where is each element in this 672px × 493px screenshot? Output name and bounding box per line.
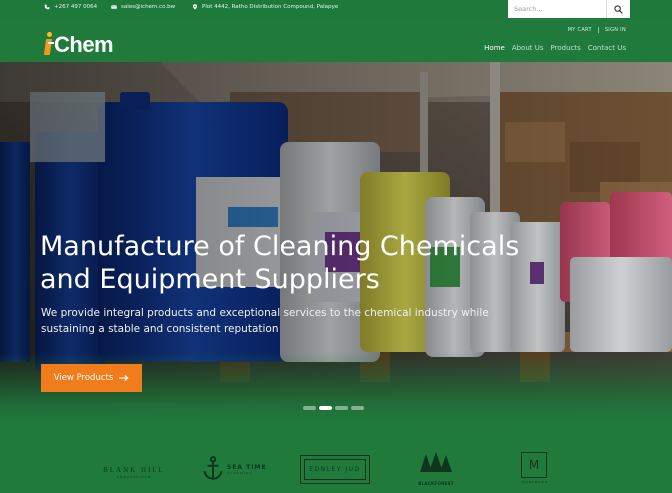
hero-slider: Manufacture of Cleaning Chemicals and Eq…	[0, 62, 672, 422]
ichem-logo[interactable]: Chem	[43, 28, 114, 57]
nav-contact-us[interactable]: Contact Us	[588, 44, 626, 52]
phone-info[interactable]: +267 497 0064	[44, 4, 97, 10]
account-divider	[597, 27, 599, 33]
my-cart-link[interactable]: MY CART	[568, 27, 592, 33]
brand-ednley-jud-logo: EDNLEY JUD	[300, 455, 370, 484]
search-input[interactable]	[508, 1, 604, 17]
logo-i-mark	[43, 32, 54, 56]
phone-text: +267 497 0064	[54, 4, 98, 10]
email-info[interactable]: sales@ichem.co.bw	[111, 4, 175, 10]
search-icon	[614, 4, 623, 14]
slider-pagination	[303, 406, 364, 410]
view-products-label: View Products	[53, 373, 114, 383]
sign-in-link[interactable]: SIGN IN	[605, 27, 626, 33]
nav-products[interactable]: Products	[551, 44, 581, 52]
brand-blackforest-logo: BLACKFOREST	[412, 452, 460, 486]
slide-dot-1[interactable]	[303, 406, 316, 410]
brand-northern-logo: M NORTHERN	[521, 452, 549, 484]
logo-text: Chem	[54, 32, 114, 57]
slide-dot-4[interactable]	[351, 406, 364, 410]
slide-dot-2[interactable]	[319, 406, 332, 410]
nav-about-us[interactable]: About Us	[512, 44, 544, 52]
anchor-icon	[203, 456, 223, 480]
address-info: Plot 4442, Ratho Distribution Compound, …	[192, 4, 338, 10]
hero-subtitle: We provide integral products and excepti…	[41, 307, 489, 335]
account-links: MY CART SIGN IN	[568, 27, 626, 33]
address-text: Plot 4442, Ratho Distribution Compound, …	[202, 4, 339, 10]
nav-home[interactable]: Home	[484, 44, 505, 52]
pine-trees-icon	[420, 452, 452, 472]
arrow-right-icon	[119, 375, 129, 381]
brand-blank-hill-logo: BLANK HILL ABBOTSFIELD	[103, 466, 165, 479]
map-pin-icon	[192, 4, 198, 10]
search-button[interactable]	[606, 0, 630, 18]
search-box	[508, 0, 630, 18]
top-bar: +267 497 0064 sales@ichem.co.bw Plot 444…	[0, 0, 672, 18]
slide-dot-3[interactable]	[335, 406, 348, 410]
brand-logos-strip: BLANK HILL ABBOTSFIELD SEA TIME CLOTHING…	[0, 422, 672, 493]
site-header: Chem MY CART SIGN IN Home About Us Produ…	[0, 18, 672, 62]
view-products-button[interactable]: View Products	[41, 364, 142, 392]
hero-title: Manufacture of Cleaning Chemicals and Eq…	[40, 231, 520, 295]
email-text: sales@ichem.co.bw	[121, 4, 176, 10]
main-nav: Home About Us Products Contact Us	[484, 44, 626, 52]
brand-sea-time-logo: SEA TIME CLOTHING	[202, 456, 268, 482]
envelope-icon	[111, 5, 117, 9]
phone-icon	[44, 4, 50, 10]
